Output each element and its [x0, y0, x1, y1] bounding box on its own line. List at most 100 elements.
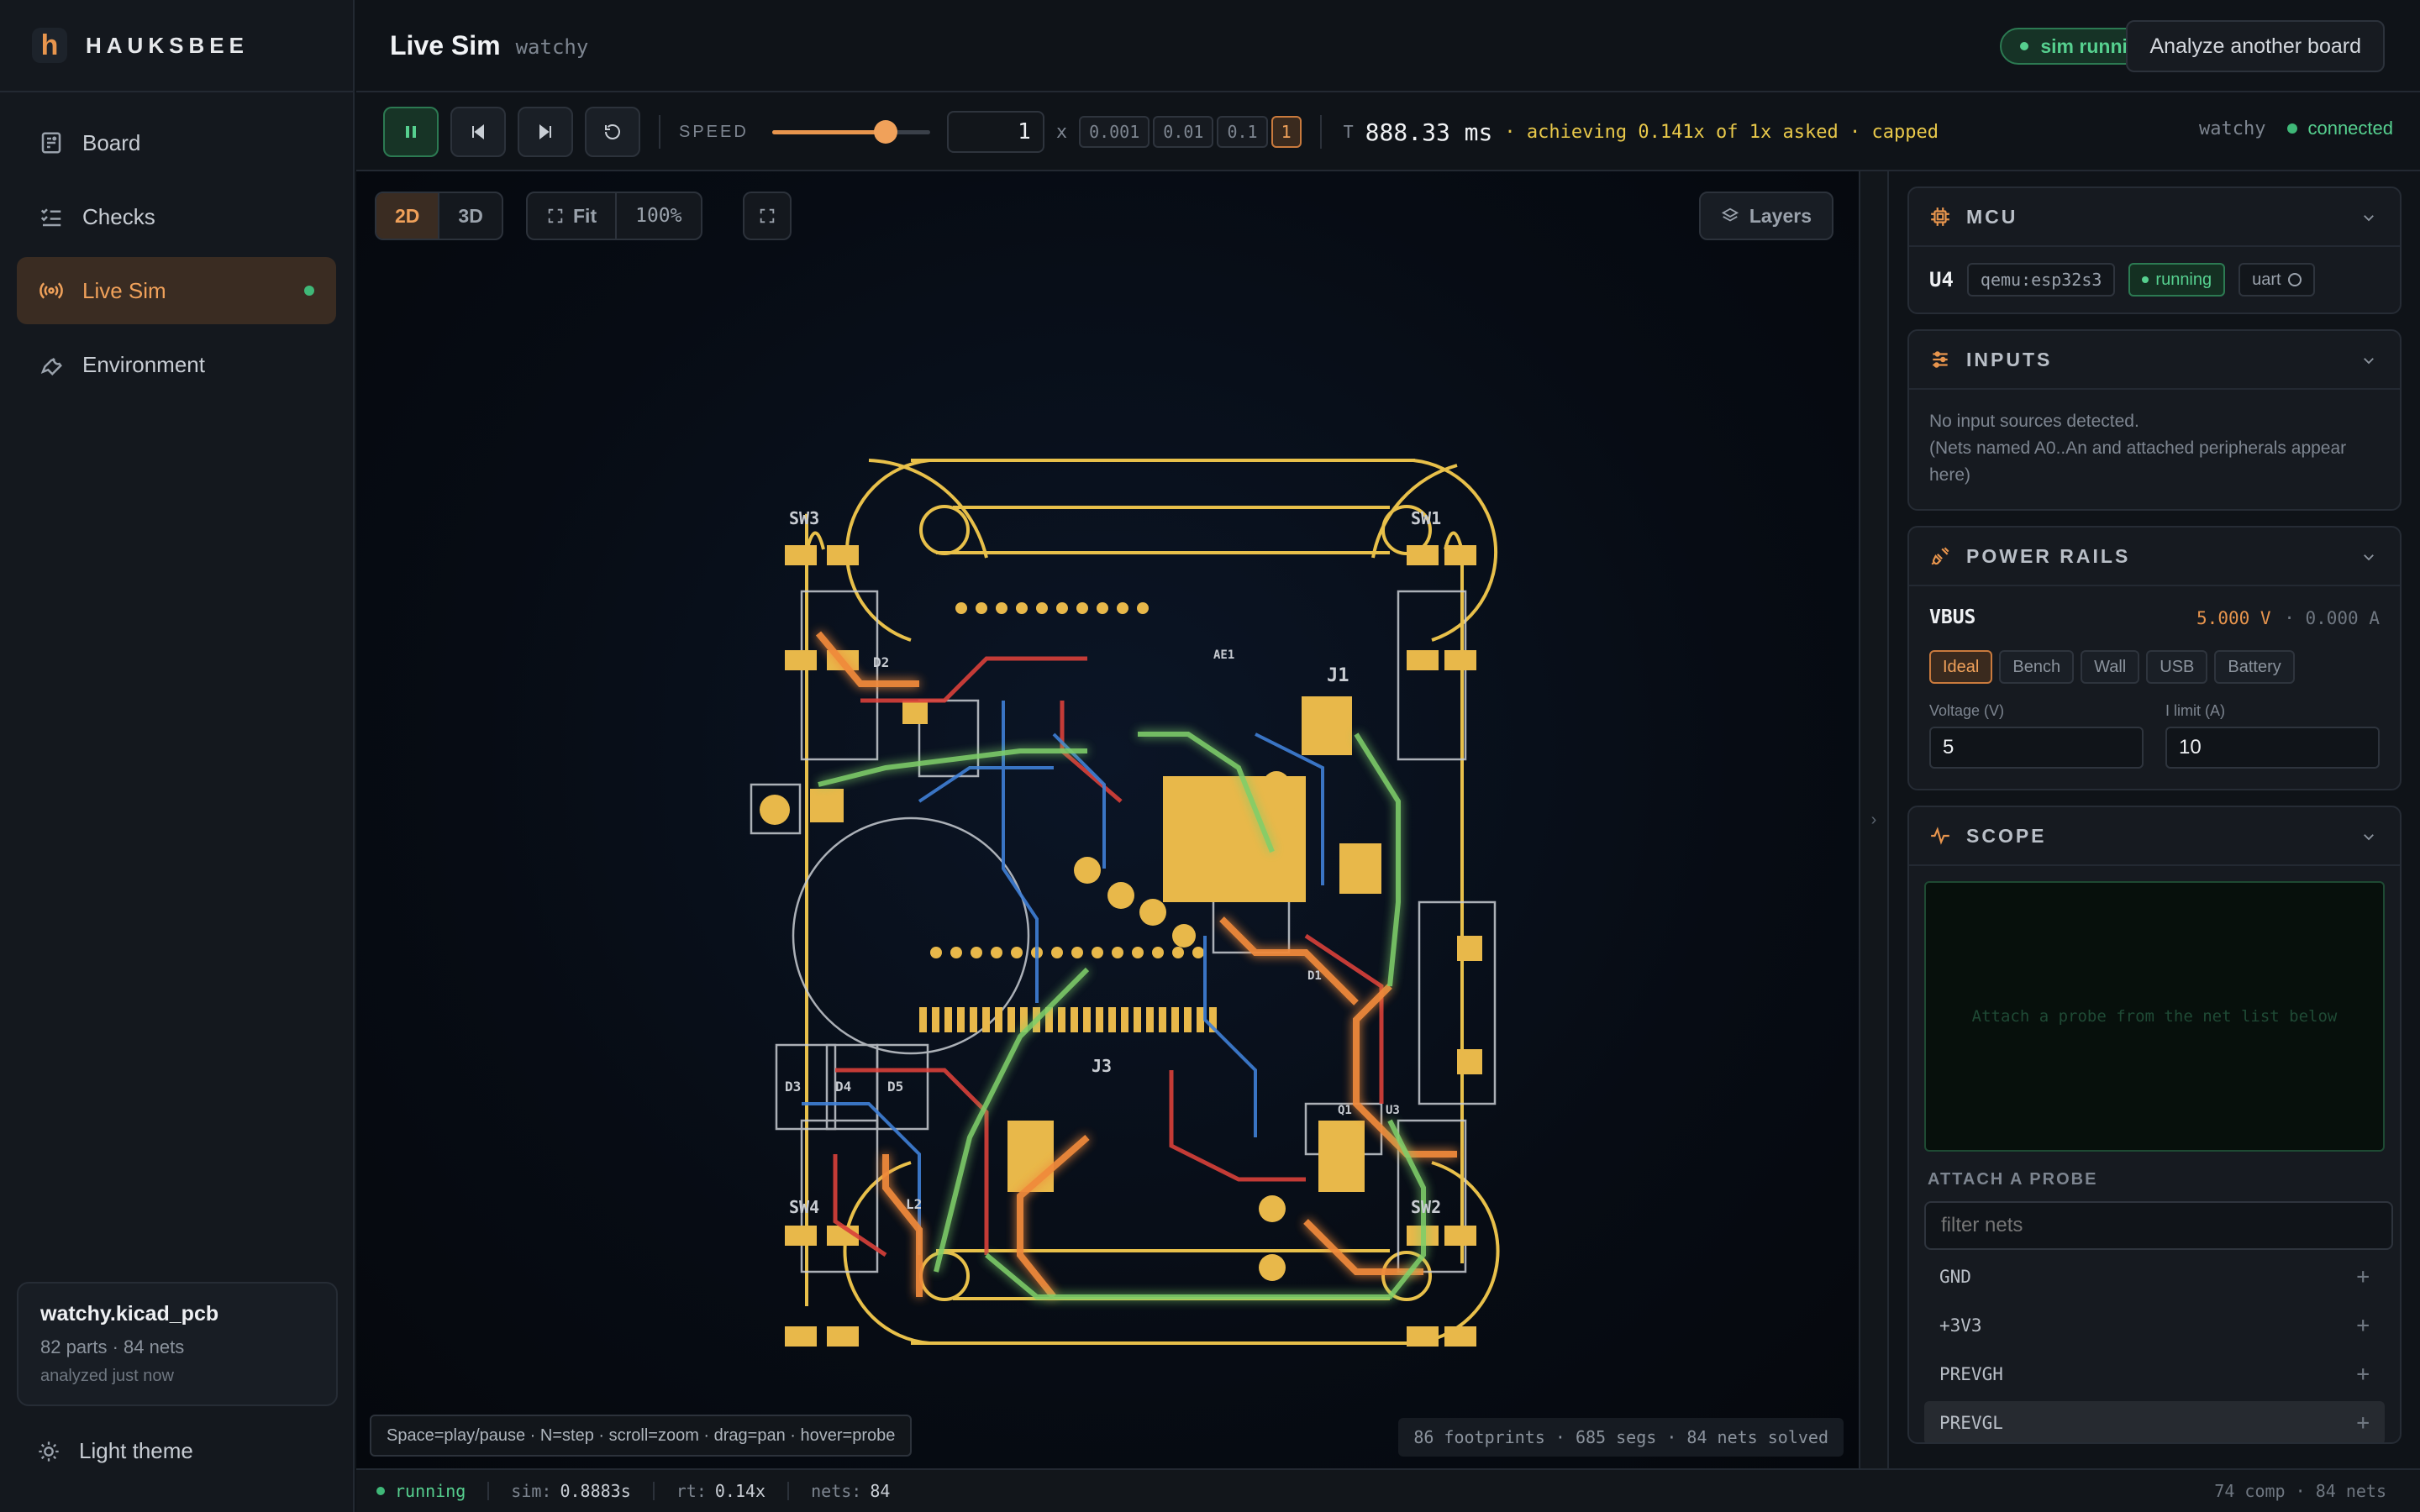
voltage-field[interactable]: 5 — [1929, 727, 2144, 769]
layers-icon — [1721, 207, 1739, 222]
chevron-down-icon[interactable] — [2361, 549, 2376, 564]
ic-pin — [944, 1007, 952, 1032]
mode-usb-button[interactable]: USB — [2146, 650, 2208, 684]
via — [1112, 947, 1123, 958]
sim-time-value: 888.33 ms — [1365, 118, 1493, 146]
net-item-3v3[interactable]: +3V3 + — [1924, 1304, 2385, 1347]
speed-slider[interactable] — [771, 119, 930, 144]
add-probe-icon[interactable]: + — [2356, 1410, 2370, 1436]
step-forward-button[interactable] — [518, 107, 573, 157]
ic-pin — [1184, 1007, 1192, 1032]
ic-pin — [957, 1007, 965, 1032]
net-filter-input[interactable] — [1924, 1201, 2393, 1250]
net-item-prevgh[interactable]: PREVGH + — [1924, 1352, 2385, 1396]
waveform-icon — [1931, 827, 1949, 845]
fullscreen-button[interactable] — [744, 193, 790, 239]
preset-1-button[interactable]: 1 — [1270, 116, 1302, 148]
rail-current-readout: · 0.000 A — [2284, 608, 2380, 628]
theme-toggle[interactable]: Light theme — [37, 1438, 193, 1464]
sliders-icon — [1933, 351, 1948, 368]
speed-slider-handle[interactable] — [874, 120, 898, 144]
net-name: PREVGH — [1939, 1364, 2003, 1384]
mcu-title: MCU — [1966, 205, 2018, 228]
ref-sw2: SW2 — [1411, 1197, 1441, 1217]
panel-collapse-handle[interactable]: › — [1859, 171, 1889, 1468]
fit-button[interactable]: Fit — [528, 193, 618, 239]
mode-ideal-button[interactable]: Ideal — [1929, 650, 1993, 684]
power-rails-card: POWER RAILS VBUS 5.000 V · 0.000 A Ideal… — [1907, 526, 2402, 790]
preset-01-button[interactable]: 0.1 — [1217, 116, 1268, 148]
mode-battery-button[interactable]: Battery — [2214, 650, 2295, 684]
speed-label: SPEED — [679, 122, 749, 141]
sidebar-item-label: Board — [82, 129, 141, 155]
rail-readout: 5.000 V · 0.000 A — [2196, 605, 2380, 630]
add-probe-icon[interactable]: + — [2356, 1264, 2370, 1289]
uart-toggle[interactable]: uart — [2238, 263, 2315, 297]
current-limit-field[interactable]: 10 — [2165, 727, 2380, 769]
via — [1137, 602, 1149, 614]
power-rails-card-header[interactable]: POWER RAILS — [1909, 528, 2400, 586]
reset-button[interactable] — [585, 107, 640, 157]
ic-pin — [1159, 1007, 1166, 1032]
sidebar-item-environment[interactable]: Environment — [17, 331, 336, 398]
pcb-board[interactable]: SW3 SW1 SW4 SW2 J1 J3 D2 D3 D4 D5 AE1 Q1… — [667, 264, 1558, 1373]
sidebar-item-checks[interactable]: Checks — [17, 183, 336, 250]
chevron-right-icon: › — [1870, 810, 1877, 829]
rail-vbus: VBUS 5.000 V · 0.000 A Ideal Bench Wall … — [1909, 586, 2400, 789]
zoom-level[interactable]: 100% — [617, 193, 700, 239]
mode-bench-button[interactable]: Bench — [1999, 650, 2075, 684]
view-3d-button[interactable]: 3D — [439, 193, 501, 239]
net-item-gnd[interactable]: GND + — [1924, 1255, 2385, 1299]
status-divider — [652, 1482, 655, 1500]
inputs-card-header[interactable]: INPUTS — [1909, 331, 2400, 390]
net-item-prevgl[interactable]: PREVGL + — [1924, 1401, 2385, 1442]
sidebar-item-live-sim[interactable]: Live Sim — [17, 257, 336, 324]
silkscreen-layer — [750, 590, 1497, 1273]
status-nets-label: nets: — [811, 1481, 862, 1501]
chevron-down-icon[interactable] — [2361, 353, 2376, 368]
skip-forward-icon — [539, 123, 551, 140]
add-probe-icon[interactable]: + — [2356, 1313, 2370, 1338]
chevron-down-icon[interactable] — [2361, 829, 2376, 844]
step-back-button[interactable] — [450, 107, 506, 157]
speed-input[interactable] — [946, 111, 1044, 153]
add-probe-icon[interactable]: + — [2356, 1362, 2370, 1387]
preset-001-button[interactable]: 0.01 — [1153, 116, 1214, 148]
mcu-card-header[interactable]: MCU — [1909, 188, 2400, 247]
current-limit-field-group: I limit (A) 10 — [2165, 702, 2380, 769]
file-meta: 82 parts · 84 nets — [40, 1336, 185, 1357]
ref-sw4: SW4 — [789, 1197, 819, 1217]
scope-card-header[interactable]: SCOPE — [1909, 807, 2400, 866]
live-indicator-dot — [304, 286, 314, 296]
inputs-title: INPUTS — [1966, 348, 2053, 370]
mode-wall-button[interactable]: Wall — [2081, 650, 2140, 684]
pause-button[interactable] — [383, 107, 439, 157]
via — [1092, 947, 1103, 958]
ic-pin — [1083, 1007, 1091, 1032]
sidebar-item-board[interactable]: Board — [17, 109, 336, 176]
ic-pin — [1121, 1007, 1128, 1032]
analyze-another-board-button[interactable]: Analyze another board — [2126, 20, 2385, 72]
app-name: HAUKSBEE — [86, 32, 249, 58]
scope-card: SCOPE Attach a probe from the net list b… — [1907, 806, 2402, 1444]
sim-panel: MCU U4 qemu:esp32s3 running uart INPUTS … — [1891, 171, 2420, 1468]
ref-q1: Q1 — [1338, 1104, 1352, 1117]
fullscreen-group — [743, 192, 792, 240]
ref-ae1: AE1 — [1213, 648, 1234, 662]
chevron-down-icon[interactable] — [2361, 210, 2376, 225]
fit-label: Fit — [573, 204, 597, 227]
preset-0001-button[interactable]: 0.001 — [1079, 116, 1150, 148]
sidebar-nav: Board Checks Live Sim Environment — [0, 92, 353, 422]
ic-pin — [932, 1007, 939, 1032]
via — [1172, 947, 1184, 958]
layers-button[interactable]: Layers — [1698, 192, 1833, 240]
inputs-body: No input sources detected. (Nets named A… — [1909, 390, 2400, 509]
via — [991, 947, 1002, 958]
view-2d-button[interactable]: 2D — [376, 193, 440, 239]
ic-pin — [1058, 1007, 1065, 1032]
toolbar-divider — [659, 115, 660, 149]
pcb-canvas[interactable]: 2D 3D Fit 100% Layers SW3 SW1 SW4 SW2 J1… — [356, 171, 1859, 1468]
ic-pin — [982, 1007, 990, 1032]
mcu-row: U4 qemu:esp32s3 running uart — [1909, 247, 2400, 312]
file-card: watchy.kicad_pcb 82 parts · 84 nets anal… — [17, 1282, 338, 1406]
